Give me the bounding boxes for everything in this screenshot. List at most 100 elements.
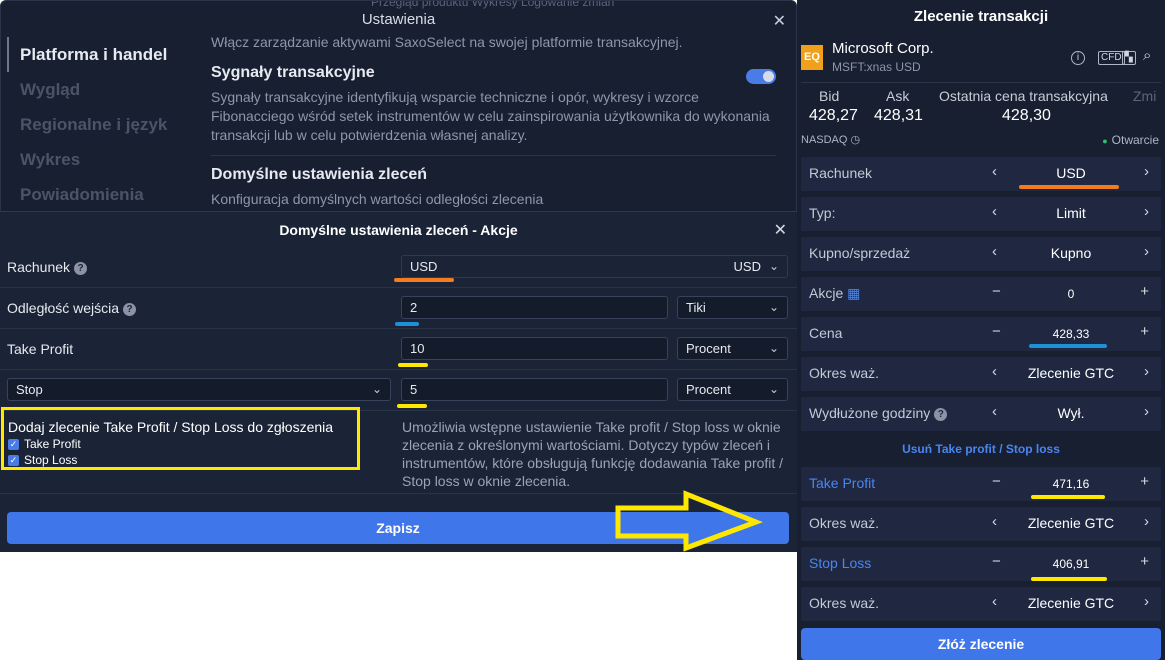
chevron-right-icon[interactable]: › — [1144, 163, 1149, 180]
stop-unit: Procent — [686, 382, 731, 397]
extended-hours-row: Wydłużone godziny? ‹ Wył. › — [801, 397, 1161, 431]
help-icon[interactable]: ? — [74, 261, 88, 275]
clock-icon: ◷ — [850, 134, 861, 146]
stop-unit-select[interactable]: Procent ⌄ — [677, 378, 788, 401]
plus-icon[interactable]: + — [1140, 323, 1149, 340]
chevron-left-icon[interactable]: ‹ — [992, 163, 997, 180]
chevron-right-icon[interactable]: › — [1144, 403, 1149, 420]
signals-title: Sygnały transakcyjne — [211, 64, 375, 81]
chevron-left-icon[interactable]: ‹ — [992, 403, 997, 420]
account-select[interactable]: USD USD ⌄ — [401, 255, 788, 278]
instrument-symbol: MSFT:xnas USD — [832, 60, 921, 74]
sl-validity-value[interactable]: Zlecenie GTC — [1001, 595, 1141, 611]
buy-sell-row: Kupno/sprzedaż ‹ Kupno › — [801, 237, 1161, 271]
minus-icon[interactable]: − — [992, 283, 1001, 300]
instrument-name[interactable]: Microsoft Corp. — [832, 40, 934, 57]
chevron-left-icon[interactable]: ‹ — [992, 363, 997, 380]
signals-desc: Sygnały transakcyjne identyfikują wsparc… — [211, 89, 770, 143]
info-icon[interactable]: i — [1071, 51, 1085, 65]
price-value[interactable]: 428,33 — [1001, 327, 1141, 341]
chevron-right-icon[interactable]: › — [1144, 513, 1149, 530]
background-tabs: Przegląd produktu Wykresy Logowanie zmia… — [371, 0, 615, 9]
calculator-icon[interactable]: ▦ — [847, 285, 860, 301]
blue-underline — [395, 322, 419, 326]
place-order-button[interactable]: Złóż zlecenie — [801, 628, 1161, 660]
modal-title: Domyślne ustawienia zleceń - Akcje — [279, 222, 518, 238]
cfd-icon[interactable]: CFD — [1098, 51, 1125, 65]
tp-unit: Procent — [686, 341, 731, 356]
type-row: Typ: ‹ Limit › — [801, 197, 1161, 231]
defaults-title: Domyślne ustawienia zleceń — [211, 166, 428, 183]
chevron-left-icon[interactable]: ‹ — [992, 243, 997, 260]
settings-title: Ustawienia — [361, 11, 436, 28]
change: Zmi — [1133, 88, 1157, 104]
yellow-underline — [397, 404, 427, 408]
tp-validity-value[interactable]: Zlecenie GTC — [1001, 515, 1141, 531]
help-icon[interactable]: ? — [934, 407, 948, 421]
type-value[interactable]: Limit — [1001, 205, 1141, 221]
yellow-underline — [1031, 577, 1107, 581]
minus-icon[interactable]: − — [992, 473, 1001, 490]
tp-value[interactable]: 471,16 — [1001, 477, 1141, 491]
signals-toggle[interactable] — [746, 69, 776, 84]
trade-ticket: Zlecenie transakcji EQ Microsoft Corp. M… — [797, 0, 1165, 660]
orange-underline — [1019, 185, 1119, 189]
chevron-right-icon[interactable]: › — [1144, 593, 1149, 610]
exchange: NASDAQ ◷ — [801, 134, 861, 146]
sl-value[interactable]: 406,91 — [1001, 557, 1141, 571]
help-icon[interactable]: ? — [123, 302, 137, 316]
orange-underline — [394, 278, 454, 282]
chevron-down-icon: ⌄ — [768, 259, 779, 273]
status-dot-icon: ● — [1102, 136, 1108, 146]
remove-tp-sl-link[interactable]: Usuń Take profit / Stop loss — [797, 442, 1165, 456]
highlight-box — [1, 407, 360, 470]
close-icon[interactable]: ✕ — [773, 11, 786, 31]
entry-input[interactable]: 2 — [401, 296, 668, 319]
account-value[interactable]: USD — [1001, 165, 1141, 181]
entry-unit-select[interactable]: Tiki ⌄ — [677, 296, 788, 319]
asset-type-badge: EQ — [801, 45, 823, 70]
defaults-desc: Konfiguracja domyślnych wartości odległo… — [211, 191, 544, 207]
chevron-left-icon[interactable]: ‹ — [992, 593, 997, 610]
tp-input[interactable]: 10 — [401, 337, 668, 360]
side-value[interactable]: Kupno — [1001, 245, 1141, 261]
chevron-down-icon: ⌄ — [371, 382, 382, 396]
plus-icon[interactable]: + — [1140, 553, 1149, 570]
nav-item-chart[interactable]: Wykres — [7, 142, 197, 177]
settings-content: Włącz zarządzanie aktywami SaxoSelect na… — [211, 33, 776, 209]
arrow-right-icon — [615, 490, 763, 552]
market-status: ● Otwarcie — [1102, 133, 1159, 147]
chevron-right-icon[interactable]: › — [1144, 203, 1149, 220]
stop-type-select[interactable]: Stop ⌄ — [7, 378, 391, 401]
search-icon[interactable]: ⌕ — [1143, 47, 1151, 64]
plus-icon[interactable]: + — [1140, 283, 1149, 300]
close-icon[interactable]: ✕ — [774, 220, 787, 240]
validity-row: Okres waż. ‹ Zlecenie GTC › — [801, 357, 1161, 391]
extended-value[interactable]: Wył. — [1001, 405, 1141, 421]
chevron-left-icon[interactable]: ‹ — [992, 203, 997, 220]
chevron-left-icon[interactable]: ‹ — [992, 513, 997, 530]
account-row: Rachunek ‹ USD › — [801, 157, 1161, 191]
nav-item-notifications[interactable]: Powiadomienia — [7, 177, 197, 212]
plus-icon[interactable]: + — [1140, 473, 1149, 490]
chart-icon[interactable]: ▚ — [1122, 51, 1136, 65]
account-row: Rachunek? USD USD ⌄ — [0, 247, 797, 288]
sl-validity-row: Okres waż. ‹ Zlecenie GTC › — [801, 587, 1161, 621]
ticket-title: Zlecenie transakcji — [913, 8, 1049, 25]
validity-value[interactable]: Zlecenie GTC — [1001, 365, 1141, 381]
tp-label: Take Profit — [7, 341, 74, 357]
nav-item-platform[interactable]: Platforma i handel — [7, 37, 197, 72]
stop-input[interactable]: 5 — [401, 378, 668, 401]
chevron-right-icon[interactable]: › — [1144, 363, 1149, 380]
chevron-right-icon[interactable]: › — [1144, 243, 1149, 260]
shares-value[interactable]: 0 — [1001, 287, 1141, 301]
account-value: USD — [410, 259, 438, 274]
tp-unit-select[interactable]: Procent ⌄ — [677, 337, 788, 360]
minus-icon[interactable]: − — [992, 323, 1001, 340]
divider — [801, 82, 1161, 83]
chevron-down-icon: ⌄ — [768, 300, 779, 314]
entry-label: Odległość wejścia — [7, 300, 120, 316]
nav-item-regional[interactable]: Regionalne i język — [7, 107, 197, 142]
minus-icon[interactable]: − — [992, 553, 1001, 570]
nav-item-appearance[interactable]: Wygląd — [7, 72, 197, 107]
